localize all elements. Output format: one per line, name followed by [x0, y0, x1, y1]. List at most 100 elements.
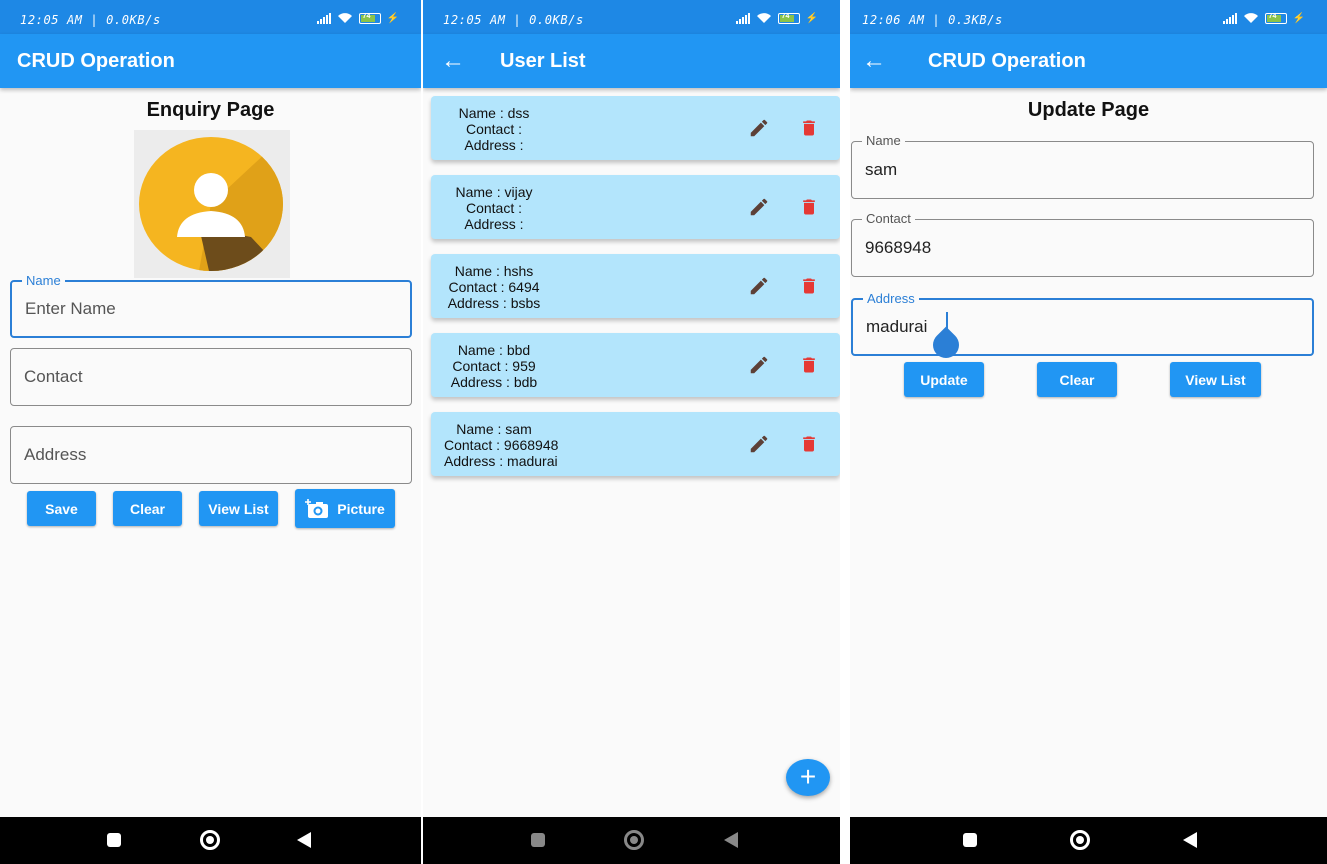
user-name: Name : dss	[458, 105, 530, 121]
contact-value: 9668948	[865, 238, 932, 257]
enquiry-screen: 12:05 AM | 0.0KB/s 74 ⚡ CRUD Operation E…	[0, 0, 421, 864]
edit-icon[interactable]	[748, 354, 770, 376]
user-card[interactable]: Name : bbd Contact : 959 Address : bdb	[431, 333, 840, 397]
edit-icon[interactable]	[748, 433, 770, 455]
add-user-button[interactable]: +	[786, 759, 830, 796]
delete-icon[interactable]	[799, 275, 819, 297]
delete-icon[interactable]	[799, 117, 819, 139]
status-icons: 74 ⚡	[1222, 12, 1305, 24]
page-title: Enquiry Page	[146, 99, 275, 121]
user-name: Name : hshs	[454, 263, 534, 279]
contact-placeholder: Contact	[24, 367, 83, 386]
battery-icon: 74	[1264, 12, 1287, 24]
wifi-icon	[756, 13, 771, 23]
picture-button-label: Picture	[337, 500, 385, 517]
picture-button[interactable]: Picture	[295, 489, 395, 528]
status-time: 12:05 AM | 0.0KB/s	[20, 13, 161, 27]
status-bar: 12:06 AM | 0.3KB/s 74 ⚡	[850, 0, 1327, 34]
cursor-handle[interactable]	[927, 326, 965, 364]
profile-picture[interactable]	[134, 130, 290, 278]
view-list-button[interactable]: View List	[1170, 362, 1261, 397]
add-icon: +	[799, 761, 817, 792]
delete-icon[interactable]	[799, 196, 819, 218]
user-name: Name : vijay	[455, 184, 533, 200]
user-address: Address :	[464, 137, 524, 153]
name-value: sam	[865, 160, 898, 179]
wifi-icon	[337, 13, 352, 23]
app-bar: CRUD Operation	[0, 34, 421, 88]
battery-icon: 74	[777, 12, 800, 24]
delete-icon[interactable]	[799, 354, 819, 376]
page-title: Update Page	[1027, 99, 1150, 121]
status-time: 12:06 AM | 0.3KB/s	[862, 13, 1003, 27]
view-list-button[interactable]: View List	[199, 491, 278, 526]
home-icon[interactable]	[200, 830, 220, 850]
recents-icon[interactable]	[531, 833, 545, 847]
app-title: User List	[500, 50, 586, 72]
user-card[interactable]: Name : vijay Contact : Address :	[431, 175, 840, 239]
app-title: CRUD Operation	[928, 50, 1086, 72]
user-contact: Contact : 959	[452, 358, 536, 374]
name-field[interactable]: Name Enter Name	[10, 273, 412, 338]
save-button[interactable]: Save	[27, 491, 96, 526]
edit-icon[interactable]	[748, 196, 770, 218]
wifi-icon	[1243, 13, 1258, 23]
back-nav-icon[interactable]	[1183, 832, 1197, 848]
signal-icon	[735, 12, 750, 24]
charging-icon: ⚡	[386, 12, 399, 24]
user-address: Address : bsbs	[447, 295, 541, 311]
update-screen: 12:06 AM | 0.3KB/s 74 ⚡ ← CRUD Operation…	[850, 0, 1327, 864]
address-placeholder: Address	[24, 445, 87, 464]
address-value: madurai	[866, 317, 928, 336]
signal-icon	[316, 12, 331, 24]
status-bar: 12:05 AM | 0.0KB/s 74 ⚡	[423, 0, 840, 34]
back-nav-icon[interactable]	[297, 832, 311, 848]
user-address: Address : bdb	[450, 374, 538, 390]
name-field[interactable]: Name sam	[851, 133, 1314, 199]
contact-field-label: Contact	[862, 211, 915, 226]
clear-button[interactable]: Clear	[113, 491, 182, 526]
status-bar: 12:05 AM | 0.0KB/s 74 ⚡	[0, 0, 421, 34]
edit-icon[interactable]	[748, 117, 770, 139]
user-contact: Contact : 6494	[448, 279, 540, 295]
recents-icon[interactable]	[107, 833, 121, 847]
home-icon[interactable]	[1070, 830, 1090, 850]
update-button[interactable]: Update	[904, 362, 984, 397]
name-field-label: Name	[22, 273, 65, 288]
contact-field[interactable]: Contact	[10, 348, 412, 406]
user-name: Name : bbd	[457, 342, 531, 358]
app-bar: ← CRUD Operation	[850, 34, 1327, 88]
back-nav-icon[interactable]	[724, 832, 738, 848]
home-icon[interactable]	[624, 830, 644, 850]
back-arrow-icon[interactable]: ←	[441, 47, 465, 75]
contact-field[interactable]: Contact 9668948	[851, 211, 1314, 277]
charging-icon: ⚡	[805, 12, 818, 24]
user-contact: Contact : 9668948	[444, 437, 559, 453]
clear-button[interactable]: Clear	[1037, 362, 1117, 397]
app-bar: ← User List	[423, 34, 840, 88]
address-field-label: Address	[863, 291, 919, 306]
user-contact: Contact :	[465, 121, 523, 137]
edit-icon[interactable]	[748, 275, 770, 297]
avatar-icon	[139, 137, 283, 271]
user-card[interactable]: Name : dss Contact : Address :	[431, 96, 840, 160]
user-card[interactable]: Name : sam Contact : 9668948 Address : m…	[431, 412, 840, 476]
address-field[interactable]: Address madurai	[851, 291, 1314, 364]
name-placeholder: Enter Name	[25, 299, 116, 318]
system-nav-bar	[850, 817, 1327, 864]
user-list-screen: 12:05 AM | 0.0KB/s 74 ⚡ ← User List Name…	[423, 0, 840, 864]
delete-icon[interactable]	[799, 433, 819, 455]
status-icons: 74 ⚡	[735, 12, 818, 24]
signal-icon	[1222, 12, 1237, 24]
app-title: CRUD Operation	[17, 50, 175, 72]
recents-icon[interactable]	[963, 833, 977, 847]
user-contact: Contact :	[465, 200, 523, 216]
battery-icon: 74	[358, 12, 381, 24]
user-card[interactable]: Name : hshs Contact : 6494 Address : bsb…	[431, 254, 840, 318]
back-arrow-icon[interactable]: ←	[862, 47, 886, 75]
address-field[interactable]: Address	[10, 426, 412, 484]
name-field-label: Name	[862, 133, 905, 148]
user-name: Name : sam	[456, 421, 532, 437]
system-nav-bar	[0, 817, 421, 864]
charging-icon: ⚡	[1292, 12, 1305, 24]
